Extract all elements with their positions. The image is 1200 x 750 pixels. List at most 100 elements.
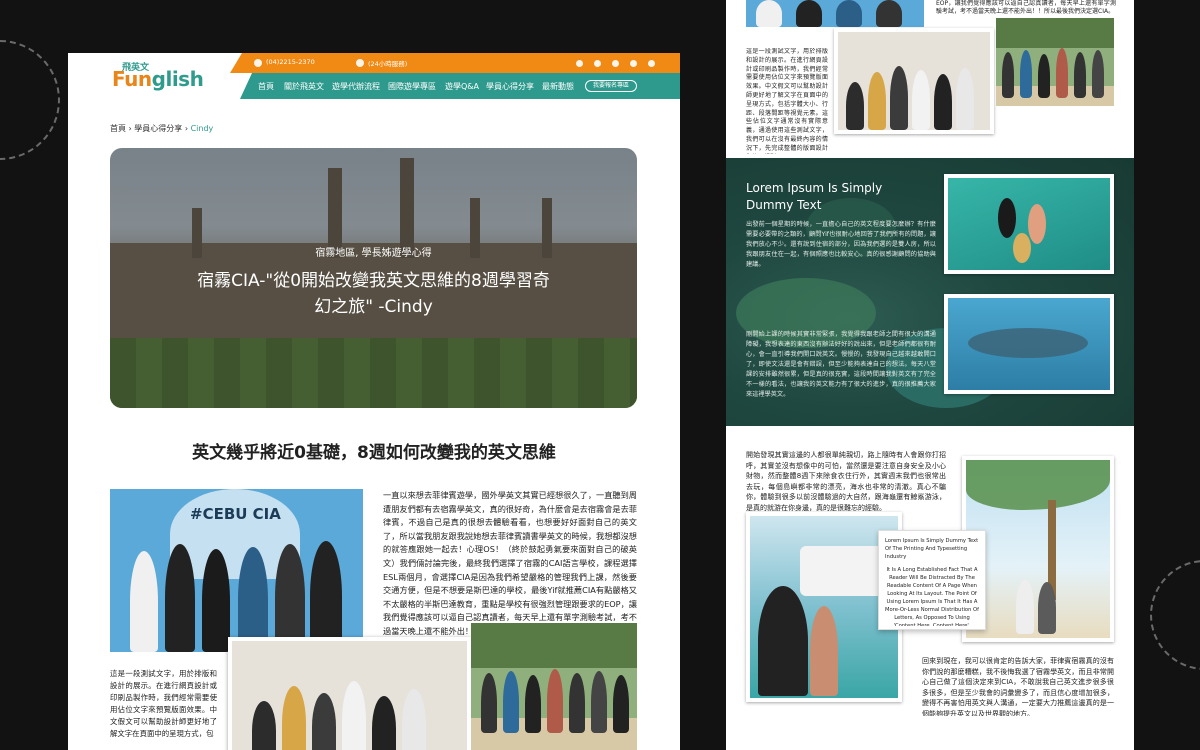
person bbox=[912, 70, 930, 130]
person bbox=[890, 66, 908, 130]
hero-subtitle: 宿霧地區, 學長姊遊學心得 bbox=[315, 248, 432, 259]
lorem-quote-box: Lorem Ipsum Is Simply Dummy Text Of The … bbox=[878, 530, 986, 630]
nav-qa[interactable]: 遊學Q&A bbox=[445, 81, 479, 92]
person bbox=[312, 693, 336, 750]
nav-international[interactable]: 國際遊學專區 bbox=[388, 81, 436, 92]
logo-main-text: Funglish bbox=[112, 67, 204, 91]
hero-title: 宿霧CIA-"從0開始改變我英文思維的8週學習奇幻之旅" -Cindy bbox=[197, 271, 550, 317]
photo-sign: #CEBU CIA bbox=[190, 505, 281, 523]
group-photo-cebu-cia: #CEBU CIA bbox=[110, 489, 363, 652]
breadcrumb: 首頁 › 學員心得分享 › Cindy bbox=[110, 123, 213, 134]
nav-process[interactable]: 遊學代辦流程 bbox=[332, 81, 380, 92]
person bbox=[613, 675, 629, 733]
logo-orange-part: Fun bbox=[112, 67, 152, 91]
breadcrumb-separator: › bbox=[184, 124, 189, 133]
breadcrumb-separator: › bbox=[128, 124, 132, 133]
person bbox=[956, 68, 974, 130]
person bbox=[282, 686, 306, 750]
whale-shark bbox=[968, 328, 1088, 358]
person bbox=[591, 671, 607, 733]
site-header: 飛英文 Funglish (04)2215-2370 (24小時服務) 首頁 關… bbox=[68, 53, 680, 99]
breadcrumb-current: Cindy bbox=[190, 124, 214, 133]
person bbox=[758, 586, 808, 696]
person bbox=[1038, 582, 1056, 634]
person bbox=[1028, 204, 1046, 244]
snorkel-scene bbox=[948, 178, 1110, 270]
ocean-section: Lorem Ipsum Is Simply Dummy Text 出發前一個星期… bbox=[726, 158, 1134, 426]
instagram-icon[interactable] bbox=[630, 60, 637, 67]
person bbox=[275, 544, 305, 652]
left-column-text: 這是一段測試文字，用於排版和設計的展示。在進行網頁設計或印刷品製作時，我們經常需… bbox=[746, 48, 828, 154]
mail-icon[interactable] bbox=[594, 60, 601, 67]
person bbox=[1092, 50, 1104, 98]
paragraph-3: 開始發現其實這邊的人都很單純親切，路上隨時有人會跟你打招呼，其實並沒有想像中的可… bbox=[746, 451, 946, 512]
person bbox=[1013, 233, 1031, 263]
person bbox=[1016, 580, 1034, 634]
line-icon[interactable] bbox=[576, 60, 583, 67]
breadcrumb-home[interactable]: 首頁 bbox=[110, 124, 126, 133]
person bbox=[481, 673, 497, 733]
person bbox=[1074, 52, 1086, 98]
phone-icon bbox=[254, 59, 262, 67]
classroom-photo bbox=[228, 637, 471, 750]
person bbox=[876, 0, 902, 27]
person bbox=[934, 74, 952, 130]
signup-button[interactable]: 我要報名專區 bbox=[585, 80, 637, 92]
person bbox=[165, 544, 195, 652]
nav-news[interactable]: 最新動態 bbox=[542, 81, 574, 92]
person bbox=[998, 198, 1016, 238]
person bbox=[756, 0, 782, 27]
youtube-icon[interactable] bbox=[648, 60, 655, 67]
tree-canopy bbox=[996, 18, 1114, 48]
person bbox=[130, 551, 158, 652]
decorative-arc-left bbox=[0, 40, 60, 160]
person bbox=[1056, 48, 1068, 98]
nav-home[interactable]: 首頁 bbox=[258, 81, 274, 92]
article-page-left: 飛英文 Funglish (04)2215-2370 (24小時服務) 首頁 關… bbox=[68, 53, 680, 750]
person bbox=[525, 675, 541, 733]
person bbox=[547, 669, 563, 733]
whale-shark-photo bbox=[944, 294, 1114, 394]
article-heading: 英文幾乎將近0基礎，8週如何改變我的英文思維 bbox=[192, 443, 556, 463]
quote-body: It Is A Long Established Fact That A Rea… bbox=[885, 567, 979, 626]
boat-scene bbox=[750, 516, 898, 698]
logo-teal-part: glish bbox=[151, 67, 204, 91]
group-photo-top bbox=[746, 0, 924, 27]
person bbox=[372, 696, 396, 750]
boat bbox=[800, 546, 890, 596]
main-nav: 首頁 關於飛英文 遊學代辦流程 國際遊學專區 遊學Q&A 學員心得分享 最新動態… bbox=[240, 73, 680, 99]
service-hours: (24小時服務) bbox=[368, 60, 408, 68]
facebook-icon[interactable] bbox=[612, 60, 619, 67]
person bbox=[1038, 54, 1050, 98]
ocean-paragraph-2: 剛開始上課的時候其實非常緊張，我覺得我跟老師之間有很大的溝通障礙，我想表達的東西… bbox=[746, 331, 936, 398]
person bbox=[310, 541, 342, 652]
article-page-right: EOP，讓我們覺得應該可以逼自己認真讀者，每天早上還有單字測驗考試，考不過當天晚… bbox=[726, 0, 1134, 750]
hero-banner: 宿霧地區, 學長姊遊學心得 宿霧CIA-"從0開始改變我英文思維的8週學習奇幻之… bbox=[110, 148, 637, 408]
beach-group-photo bbox=[471, 623, 637, 750]
phone-number[interactable]: (04)2215-2370 bbox=[266, 58, 315, 66]
person bbox=[402, 689, 426, 750]
classroom-scene bbox=[838, 32, 990, 130]
underwater-scene bbox=[948, 298, 1110, 390]
classroom-photo-right bbox=[834, 28, 994, 134]
person bbox=[569, 673, 585, 733]
logo[interactable]: 飛英文 Funglish bbox=[68, 53, 248, 99]
person bbox=[1020, 50, 1032, 98]
breadcrumb-section[interactable]: 學員心得分享 bbox=[134, 124, 182, 133]
paragraph-4: 回來到現在，我可以很肯定的告訴大家，菲律賓宿霧真的沒有你們說的那麼糟糕，我不後悔… bbox=[922, 657, 1114, 716]
person bbox=[252, 701, 276, 750]
lorem-title: Lorem Ipsum Is Simply Dummy Text bbox=[746, 181, 883, 212]
person bbox=[202, 549, 230, 652]
beach-group-photo-right bbox=[996, 18, 1114, 106]
person bbox=[1002, 52, 1014, 98]
nav-about[interactable]: 關於飛英文 bbox=[284, 81, 324, 92]
palm-leaves bbox=[966, 460, 1110, 510]
article-body-small: 這是一段測試文字，用於排版和設計的展示。在進行網頁設計或印刷品製作時，我們經常需… bbox=[110, 669, 217, 738]
classroom-scene bbox=[232, 641, 467, 750]
nav-testimonials[interactable]: 學員心得分享 bbox=[486, 81, 534, 92]
person bbox=[503, 671, 519, 733]
clock-icon bbox=[356, 59, 364, 67]
snorkel-photo bbox=[944, 174, 1114, 274]
contact-bar: (04)2215-2370 (24小時服務) bbox=[230, 53, 680, 73]
ocean-paragraph-1: 出發前一個星期的時候，一直擔心自己的英文程度要怎麼辦？有什麼需要必要帶的之類的，… bbox=[746, 221, 936, 268]
